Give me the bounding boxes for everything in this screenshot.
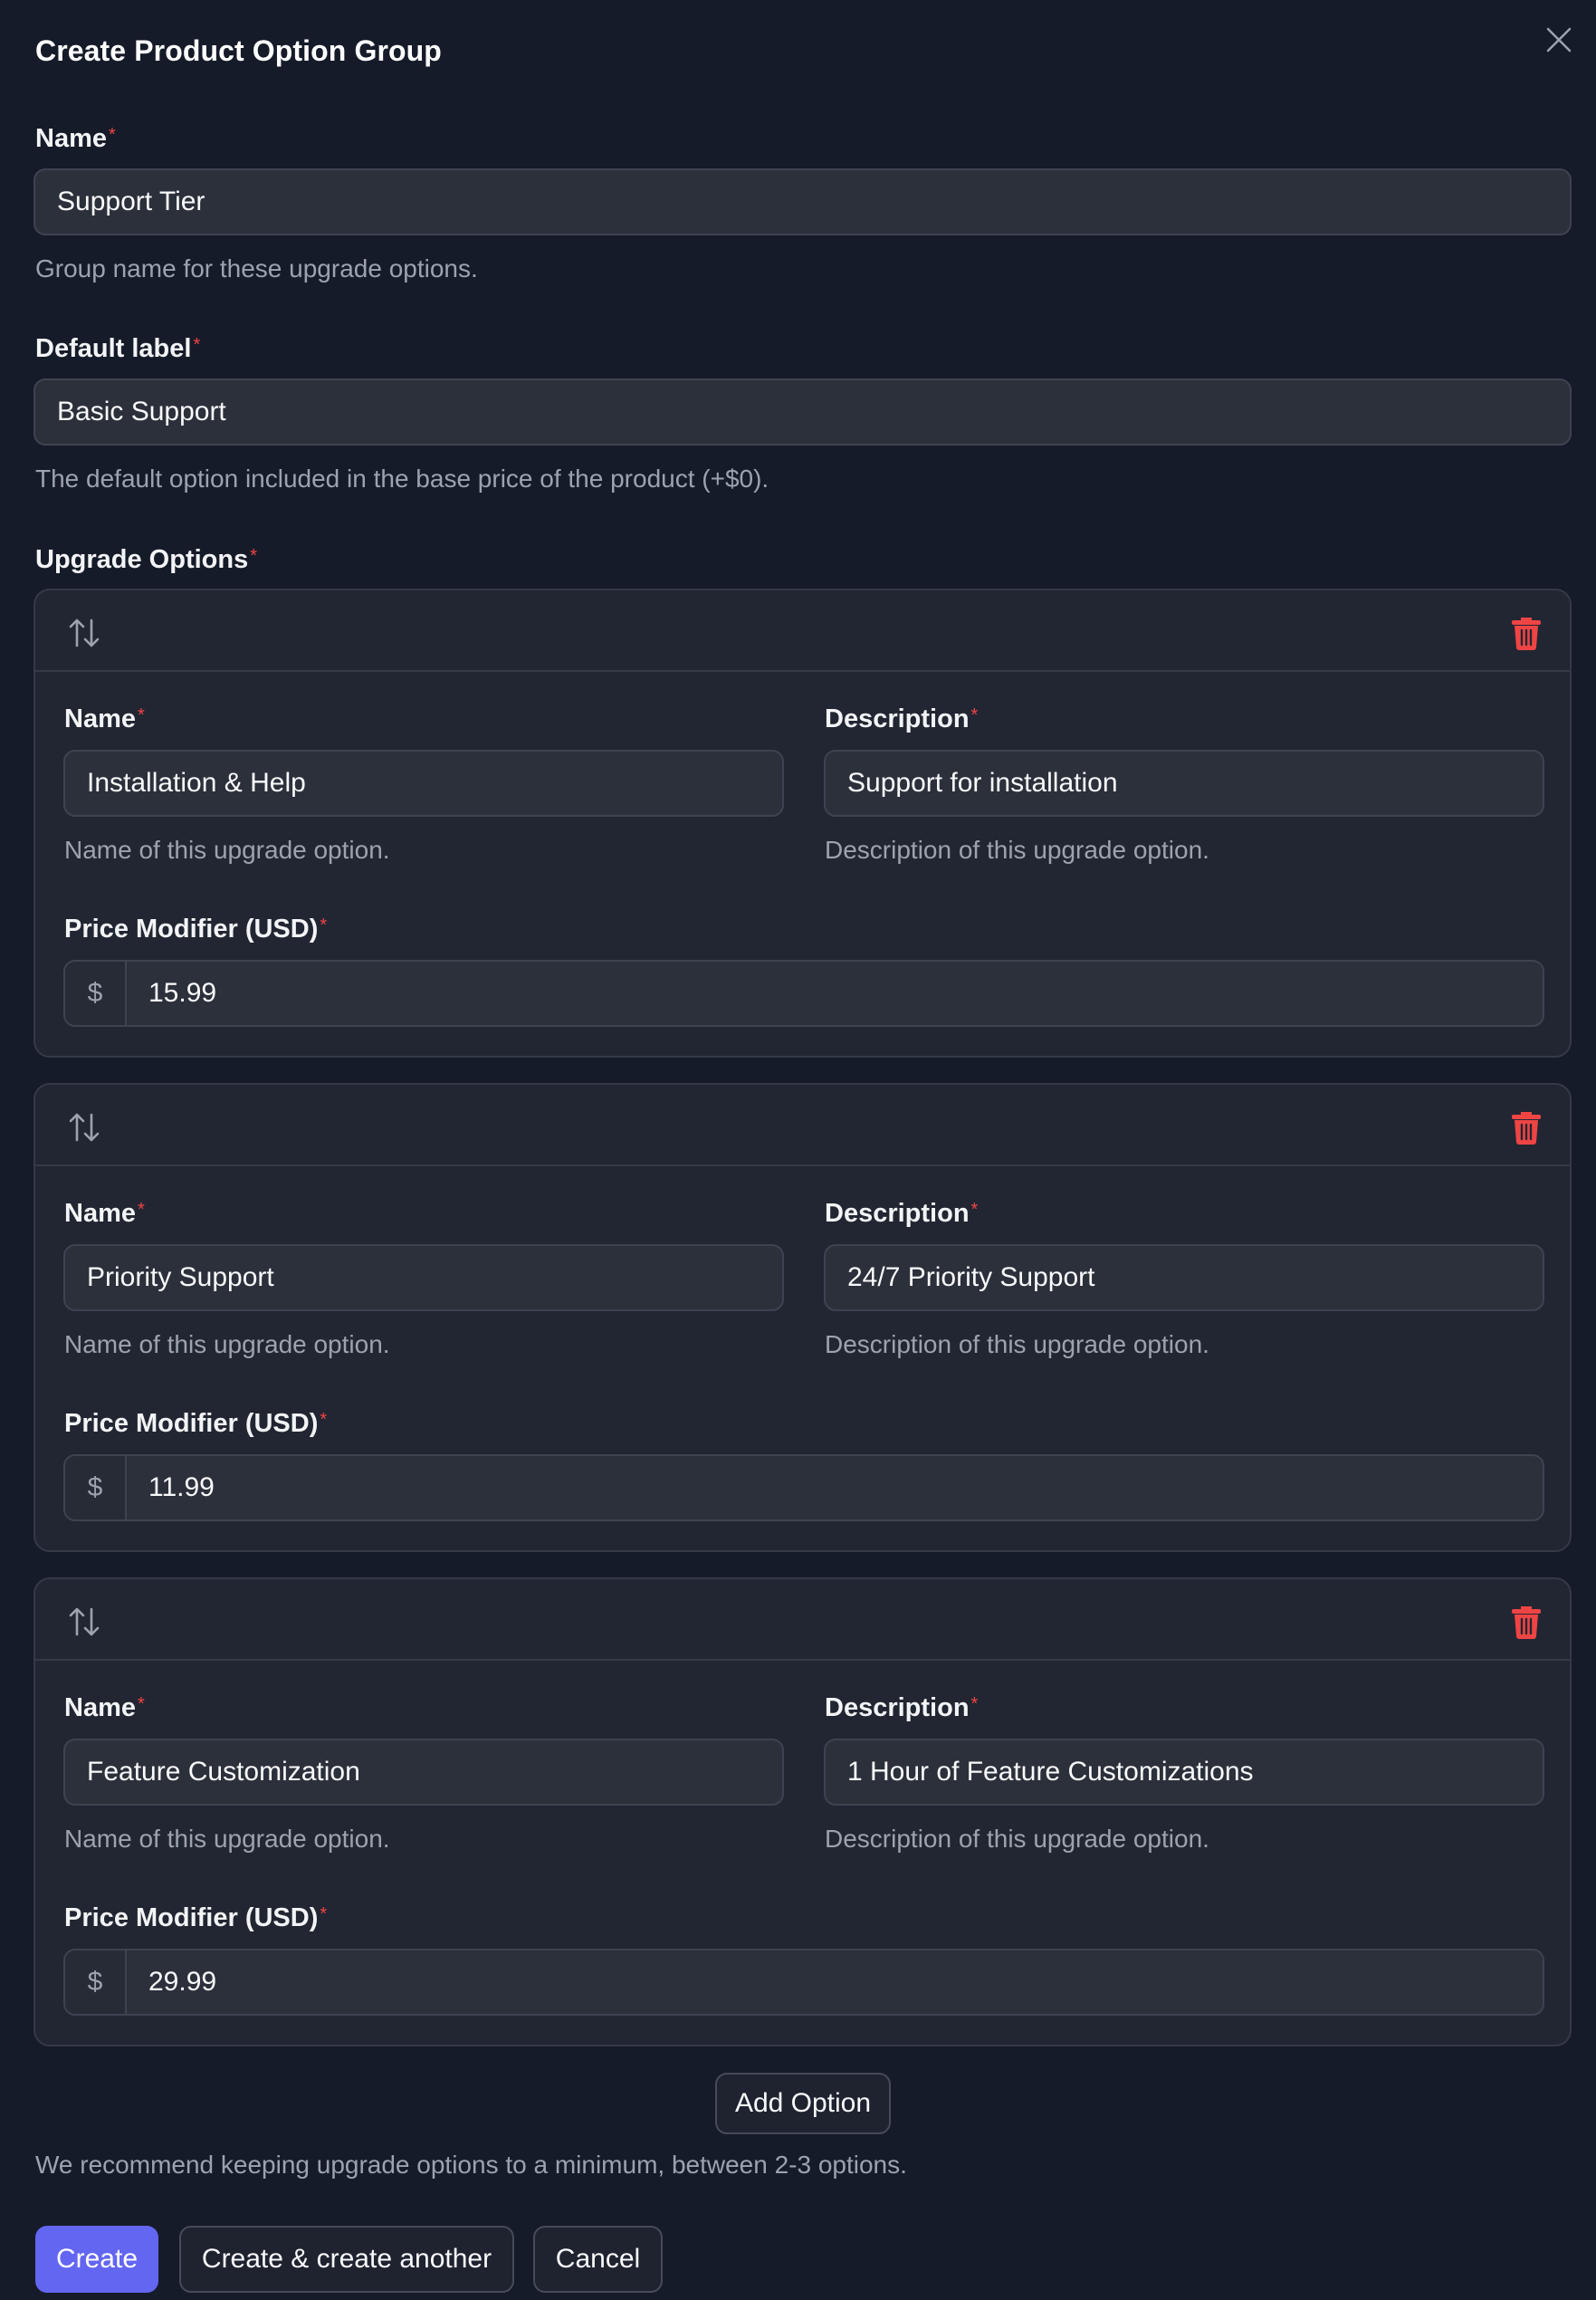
price-modifier-label: Price Modifier (USD) * xyxy=(64,1903,328,1932)
required-marker: * xyxy=(138,1694,145,1714)
option-name-label: Name * xyxy=(64,1199,145,1228)
trash-icon xyxy=(1512,1606,1541,1639)
close-button[interactable] xyxy=(1544,25,1573,54)
upgrade-option-card: Name * Feature Customization Name of this… xyxy=(33,1577,1572,2046)
create-another-button[interactable]: Create & create another xyxy=(179,2226,514,2293)
currency-prefix: $ xyxy=(65,1950,127,2014)
required-marker: * xyxy=(320,1410,328,1430)
default-label-input[interactable]: Basic Support xyxy=(33,379,1572,446)
option-name-help: Name of this upgrade option. xyxy=(64,1825,390,1853)
name-help-text: Group name for these upgrade options. xyxy=(35,254,478,283)
card-header xyxy=(35,1085,1570,1166)
arrows-up-down-icon xyxy=(69,618,100,647)
default-label-help-text: The default option included in the base … xyxy=(35,465,769,493)
option-description-help: Description of this upgrade option. xyxy=(825,1330,1209,1358)
option-description-label: Description * xyxy=(825,1199,979,1228)
create-button[interactable]: Create xyxy=(35,2226,158,2293)
price-modifier-input[interactable]: 15.99 xyxy=(127,962,1543,1025)
option-description-help: Description of this upgrade option. xyxy=(825,1825,1209,1853)
required-marker: * xyxy=(970,705,979,725)
cancel-button[interactable]: Cancel xyxy=(533,2226,663,2293)
add-option-button[interactable]: Add Option xyxy=(715,2073,891,2134)
required-marker: * xyxy=(109,125,116,145)
currency-prefix: $ xyxy=(65,1456,127,1519)
arrows-up-down-icon xyxy=(69,1607,100,1636)
upgrade-option-card: Name * Installation & Help Name of this u… xyxy=(33,589,1572,1058)
price-modifier-label: Price Modifier (USD) * xyxy=(64,915,328,944)
price-modifier-input[interactable]: 29.99 xyxy=(127,1950,1543,2014)
price-modifier-input[interactable]: 11.99 xyxy=(127,1456,1543,1519)
price-modifier-label: Price Modifier (USD) * xyxy=(64,1409,328,1438)
option-name-label: Name * xyxy=(64,704,145,733)
upgrade-option-card: Name * Priority Support Name of this upgr… xyxy=(33,1083,1572,1552)
option-description-input[interactable]: 24/7 Priority Support xyxy=(824,1244,1544,1311)
trash-icon xyxy=(1512,618,1541,650)
recommendation-text: We recommend keeping upgrade options to … xyxy=(35,2151,907,2179)
name-label: Name * xyxy=(35,124,116,153)
option-description-label: Description * xyxy=(825,1693,979,1722)
option-name-input[interactable]: Priority Support xyxy=(63,1244,784,1311)
modal-title: Create Product Option Group xyxy=(35,34,442,67)
create-option-group-modal: Create Product Option Group Name * Suppor… xyxy=(0,0,1596,2300)
arrows-up-down-icon xyxy=(69,1113,100,1142)
option-name-label: Name * xyxy=(64,1693,145,1722)
required-marker: * xyxy=(970,1694,979,1714)
required-marker: * xyxy=(250,546,258,566)
option-name-help: Name of this upgrade option. xyxy=(64,1330,390,1358)
currency-prefix: $ xyxy=(65,962,127,1025)
delete-option-button[interactable] xyxy=(1509,1108,1543,1145)
card-header xyxy=(35,1579,1570,1661)
option-description-input[interactable]: Support for installation xyxy=(824,750,1544,817)
reorder-handle[interactable] xyxy=(66,615,102,651)
option-description-help: Description of this upgrade option. xyxy=(825,836,1209,864)
required-marker: * xyxy=(138,1200,145,1220)
delete-option-button[interactable] xyxy=(1509,1603,1543,1639)
required-marker: * xyxy=(193,335,201,355)
option-name-input[interactable]: Installation & Help xyxy=(63,750,784,817)
required-marker: * xyxy=(320,1904,328,1924)
delete-option-button[interactable] xyxy=(1509,614,1543,650)
price-modifier-field: $ 15.99 xyxy=(63,960,1544,1027)
trash-icon xyxy=(1512,1112,1541,1145)
close-icon xyxy=(1546,27,1572,53)
card-header xyxy=(35,590,1570,672)
option-name-input[interactable]: Feature Customization xyxy=(63,1739,784,1806)
option-name-help: Name of this upgrade option. xyxy=(64,836,390,864)
reorder-handle[interactable] xyxy=(66,1109,102,1145)
option-description-input[interactable]: 1 Hour of Feature Customizations xyxy=(824,1739,1544,1806)
option-description-label: Description * xyxy=(825,704,979,733)
required-marker: * xyxy=(320,915,328,935)
default-label-label: Default label * xyxy=(35,334,201,363)
upgrade-options-label: Upgrade Options * xyxy=(35,545,258,574)
required-marker: * xyxy=(970,1200,979,1220)
price-modifier-field: $ 29.99 xyxy=(63,1949,1544,2016)
required-marker: * xyxy=(138,705,145,725)
reorder-handle[interactable] xyxy=(66,1604,102,1640)
name-input[interactable]: Support Tier xyxy=(33,168,1572,235)
price-modifier-field: $ 11.99 xyxy=(63,1454,1544,1521)
